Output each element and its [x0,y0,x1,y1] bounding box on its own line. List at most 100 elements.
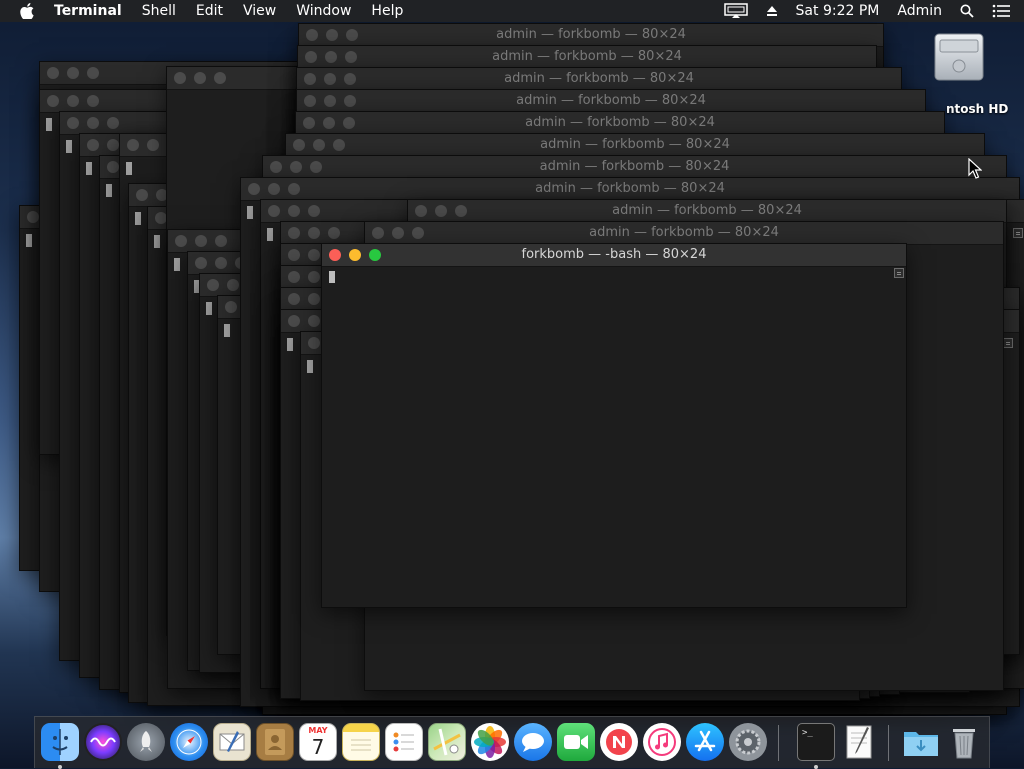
facetime-icon[interactable] [557,723,595,761]
siri-icon[interactable] [84,723,122,761]
window-titlebar[interactable]: admin — forkbomb — 80×24 [299,24,883,47]
close-button[interactable] [207,279,219,291]
minimize-button[interactable] [308,227,320,239]
finder-icon[interactable] [41,723,79,761]
news-icon[interactable] [600,723,638,761]
itunes-icon[interactable] [643,723,681,761]
minimize-button[interactable] [107,139,119,151]
terminal-cursor [154,235,160,248]
minimize-button[interactable] [147,139,159,151]
terminal-dock-icon[interactable]: >_ [797,723,835,761]
window-titlebar[interactable]: admin — forkbomb — 80×24 [408,200,1006,223]
window-titlebar[interactable]: admin — forkbomb — 80×24 [286,134,984,157]
window-titlebar[interactable]: admin — forkbomb — 80×24 [297,68,901,91]
scroll-indicator-icon[interactable] [1003,338,1013,348]
minimize-button[interactable] [67,67,79,79]
close-button[interactable] [308,337,320,349]
minimize-button[interactable] [308,315,320,327]
zoom-button[interactable] [215,235,227,247]
close-button[interactable] [67,117,79,129]
zoom-button[interactable] [107,117,119,129]
system-preferences-icon[interactable] [729,723,767,761]
photos-icon[interactable] [471,723,509,761]
scroll-indicator-icon[interactable] [1013,228,1023,238]
close-button[interactable] [27,211,39,223]
close-button[interactable] [288,271,300,283]
zoom-button[interactable] [328,227,340,239]
window-titlebar[interactable]: admin — forkbomb — 80×24 [241,178,1019,201]
notification-center-icon[interactable] [992,4,1010,18]
apple-menu-icon[interactable] [20,3,34,19]
messages-icon[interactable] [514,723,552,761]
close-button[interactable] [47,67,59,79]
close-button[interactable] [288,293,300,305]
close-button[interactable] [225,301,237,313]
minimize-button[interactable] [195,235,207,247]
scroll-indicator-icon[interactable] [894,268,904,278]
window-titlebar[interactable]: admin — forkbomb — 80×24 [297,90,925,113]
close-button[interactable] [175,235,187,247]
menubar-clock[interactable]: Sat 9:22 PM [796,3,880,19]
minimize-button[interactable] [67,95,79,107]
minimize-button[interactable] [215,257,227,269]
macintosh-hd-desktop-icon[interactable]: ntosh HD [930,30,1008,116]
menu-shell[interactable]: Shell [142,3,176,19]
close-button[interactable] [268,205,280,217]
minimize-button[interactable] [194,72,206,84]
contacts-icon[interactable] [256,723,294,761]
close-button[interactable] [127,139,139,151]
terminal-cursor [206,302,212,315]
maps-icon[interactable] [428,723,466,761]
menu-view[interactable]: View [243,3,276,19]
window-titlebar[interactable]: admin — forkbomb — 80×24 [298,46,876,69]
close-button[interactable] [87,139,99,151]
airplay-display-icon[interactable] [723,3,748,19]
window-title: admin — forkbomb — 80×24 [612,203,802,218]
terminal-cursor [66,140,72,153]
front-terminal-window[interactable]: forkbomb — -bash — 80×24 [321,243,907,608]
close-button[interactable] [136,189,148,201]
calendar-icon[interactable]: MAY 7 [299,723,337,761]
mail-icon[interactable] [213,723,251,761]
reminders-icon[interactable] [385,723,423,761]
zoom-button[interactable] [87,95,99,107]
textedit-icon[interactable] [840,723,878,761]
eject-icon[interactable] [766,5,778,17]
window-titlebar[interactable]: admin — forkbomb — 80×24 [263,156,1006,179]
zoom-button[interactable] [214,72,226,84]
safari-icon[interactable] [170,723,208,761]
close-button[interactable] [288,315,300,327]
minimize-button[interactable] [288,205,300,217]
menu-edit[interactable]: Edit [196,3,223,19]
app-store-icon[interactable] [686,723,724,761]
menu-window[interactable]: Window [296,3,351,19]
minimize-button[interactable] [227,279,239,291]
zoom-button[interactable] [308,205,320,217]
notes-icon[interactable] [342,723,380,761]
close-button[interactable] [288,249,300,261]
trash-icon[interactable] [945,723,983,761]
minimize-button[interactable] [308,293,320,305]
window-titlebar[interactable]: admin — forkbomb — 80×24 [365,222,1003,245]
calendar-day: 7 [311,735,325,759]
hd-label[interactable]: ntosh HD [946,102,1008,116]
terminal-cursor [135,212,141,225]
downloads-folder-icon[interactable] [902,723,940,761]
menubar-user[interactable]: Admin [897,3,942,19]
front-window-titlebar[interactable]: forkbomb — -bash — 80×24 [322,244,906,267]
close-button[interactable] [174,72,186,84]
close-button[interactable] [288,227,300,239]
launchpad-icon[interactable] [127,723,165,761]
close-button[interactable] [107,161,119,173]
minimize-button[interactable] [87,117,99,129]
close-button[interactable] [47,95,59,107]
menu-help[interactable]: Help [371,3,403,19]
minimize-button[interactable] [308,249,320,261]
window-titlebar[interactable] [167,67,299,90]
app-menu-terminal[interactable]: Terminal [54,3,122,19]
close-button[interactable] [195,257,207,269]
spotlight-search-icon[interactable] [960,4,974,18]
minimize-button[interactable] [308,271,320,283]
window-titlebar[interactable]: admin — forkbomb — 80×24 [296,112,944,135]
zoom-button[interactable] [87,67,99,79]
